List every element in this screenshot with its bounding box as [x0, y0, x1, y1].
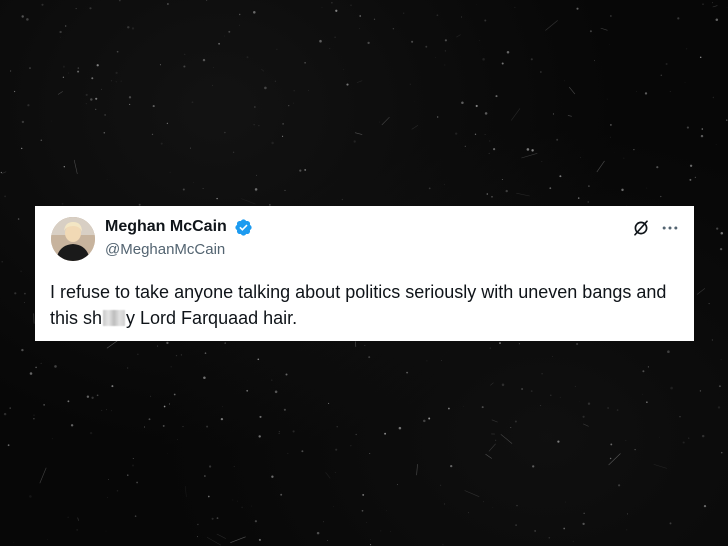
tweet-card[interactable]: Meghan McCain @MeghanMcCain I refuse to …: [35, 206, 694, 341]
grok-icon[interactable]: [632, 219, 650, 237]
author-name[interactable]: Meghan McCain: [105, 218, 227, 236]
avatar[interactable]: [51, 217, 95, 261]
author-handle[interactable]: @MeghanMcCain: [105, 241, 225, 258]
verified-badge-icon: [235, 219, 252, 236]
censored-word: [103, 310, 126, 326]
avatar-photo: [51, 217, 95, 261]
more-options-icon[interactable]: [660, 219, 680, 237]
tweet-text-part2: y Lord Farquaad hair.: [126, 308, 298, 328]
tweet-text: I refuse to take anyone talking about po…: [50, 279, 680, 331]
